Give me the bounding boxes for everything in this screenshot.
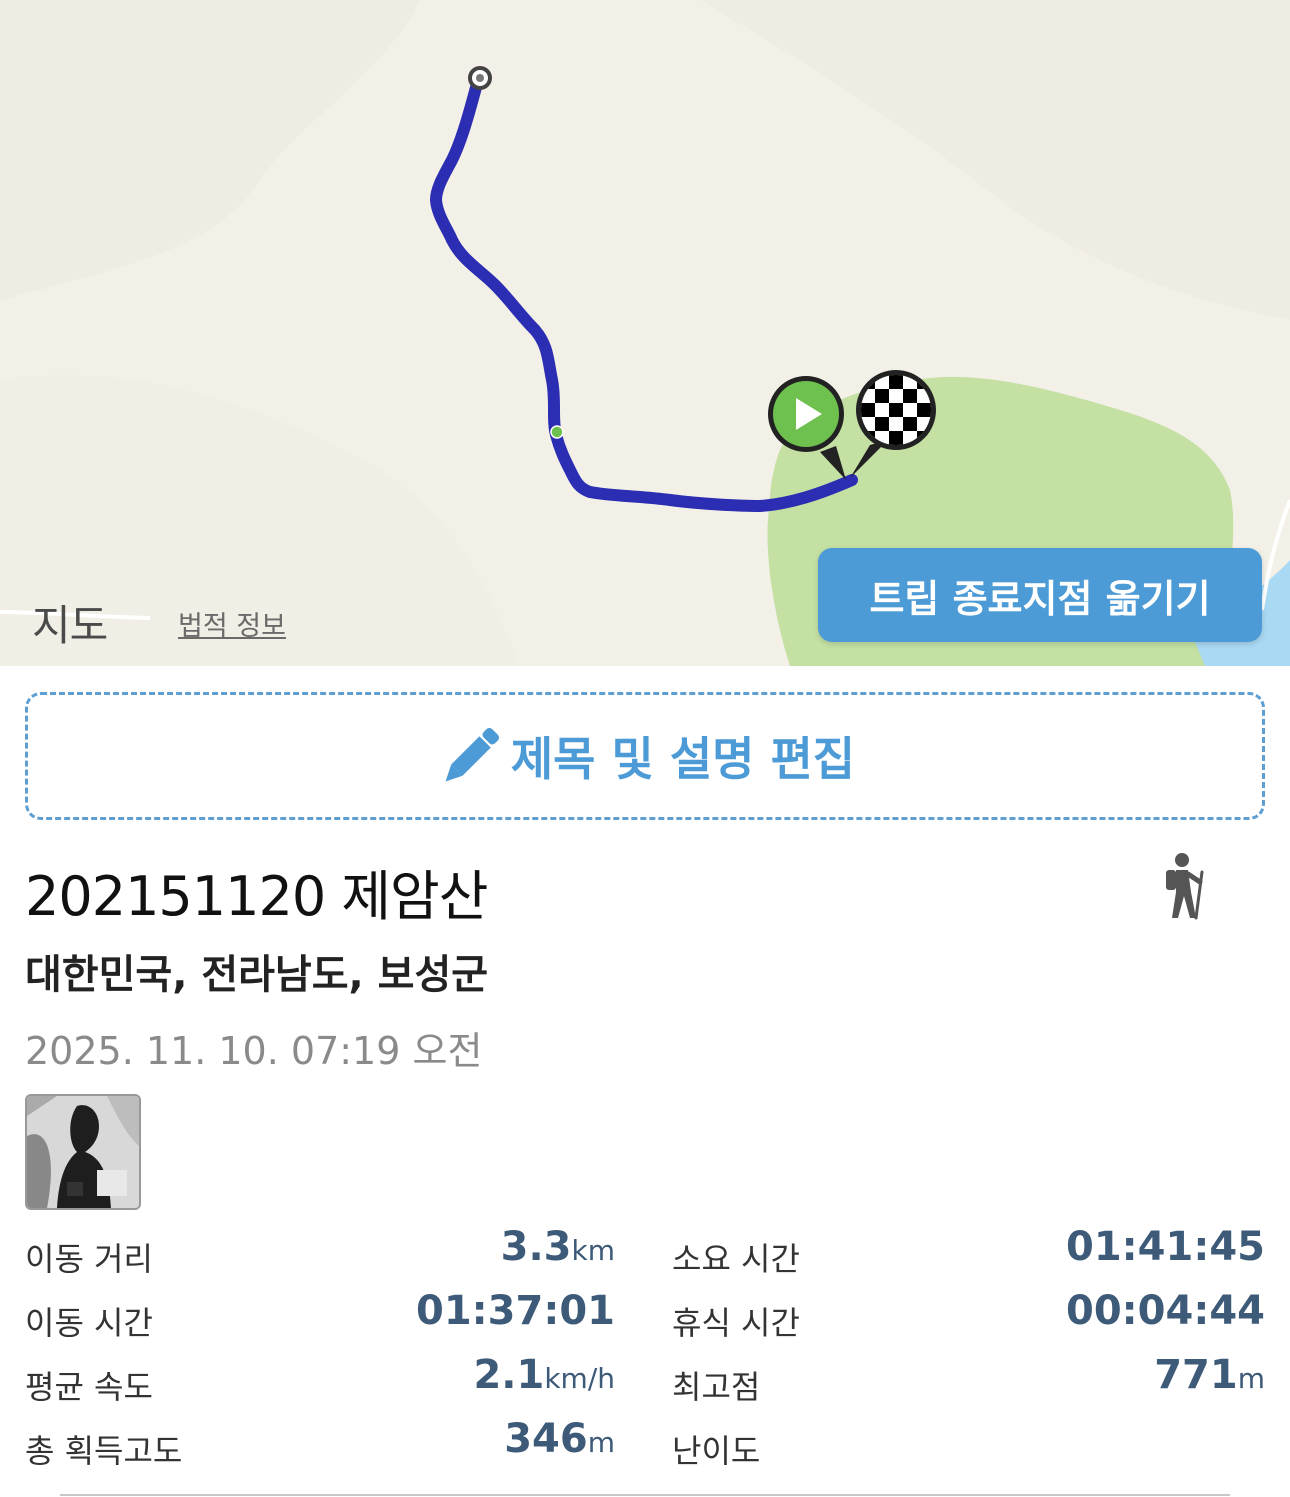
legal-info-link[interactable]: 법적 정보 bbox=[178, 604, 286, 643]
difficulty-label: 난이도 bbox=[672, 1432, 761, 1470]
stat-row: 이동 시간 01:37:01 휴식 시간 00:04:44 bbox=[25, 1286, 1265, 1350]
max-elevation-label: 최고점 bbox=[672, 1368, 761, 1406]
trip-map[interactable]: 지도 법적 정보 트립 종료지점 옮기기 bbox=[0, 0, 1290, 666]
trip-datetime: 2025. 11. 10. 07:19 오전 bbox=[25, 1029, 483, 1073]
total-time-label: 소요 시간 bbox=[672, 1240, 800, 1278]
terrain-shade bbox=[0, 0, 420, 300]
total-time-value: 01:41:45 bbox=[1066, 1224, 1265, 1270]
edit-button-label: 제목 및 설명 편집 bbox=[510, 732, 856, 786]
stat-row: 총 획득고도 346m 난이도 bbox=[25, 1414, 1265, 1478]
distance-label: 이동 거리 bbox=[25, 1240, 153, 1278]
avg-speed-unit: km/h bbox=[544, 1362, 615, 1395]
distance-value: 3.3km bbox=[500, 1224, 616, 1270]
terrain-shade bbox=[700, 0, 1290, 320]
edit-title-description-button[interactable]: 제목 및 설명 편집 bbox=[25, 692, 1265, 820]
waypoint-dot bbox=[550, 425, 564, 439]
elevation-gain-unit: m bbox=[587, 1426, 615, 1459]
moving-time-value: 01:37:01 bbox=[416, 1288, 615, 1334]
hiker-icon bbox=[1166, 853, 1204, 920]
checkered-flag-icon bbox=[861, 375, 931, 445]
avg-speed-label: 평균 속도 bbox=[25, 1368, 153, 1406]
max-elevation-unit: m bbox=[1237, 1362, 1265, 1395]
move-trip-end-button[interactable]: 트립 종료지점 옮기기 bbox=[818, 548, 1262, 642]
stat-row: 평균 속도 2.1km/h 최고점 771m bbox=[25, 1350, 1265, 1414]
trip-location: 대한민국, 전라남도, 보성군 bbox=[25, 952, 489, 998]
max-elevation-value: 771m bbox=[1154, 1352, 1265, 1398]
elevation-gain-value: 346m bbox=[504, 1416, 615, 1462]
moving-time-label: 이동 시간 bbox=[25, 1304, 153, 1342]
rest-time-label: 휴식 시간 bbox=[672, 1304, 800, 1342]
avg-speed-value: 2.1km/h bbox=[473, 1352, 615, 1398]
trip-photo-thumbnail[interactable] bbox=[25, 1094, 141, 1210]
rest-time-value: 00:04:44 bbox=[1066, 1288, 1265, 1334]
photo-image bbox=[27, 1096, 139, 1208]
stat-row: 이동 거리 3.3km 소요 시간 01:41:45 bbox=[25, 1222, 1265, 1286]
divider bbox=[60, 1494, 1230, 1496]
distance-unit: km bbox=[571, 1234, 616, 1267]
trip-stats-grid: 이동 거리 3.3km 소요 시간 01:41:45 이동 시간 01:37:0… bbox=[25, 1222, 1265, 1478]
maps-brand-text: 지도 bbox=[32, 601, 108, 650]
pencil-icon bbox=[445, 727, 499, 782]
apple-maps-attribution: 지도 bbox=[30, 592, 108, 653]
elevation-gain-label: 총 획득고도 bbox=[25, 1432, 183, 1470]
trip-title: 202151120 제암산 bbox=[25, 865, 488, 928]
